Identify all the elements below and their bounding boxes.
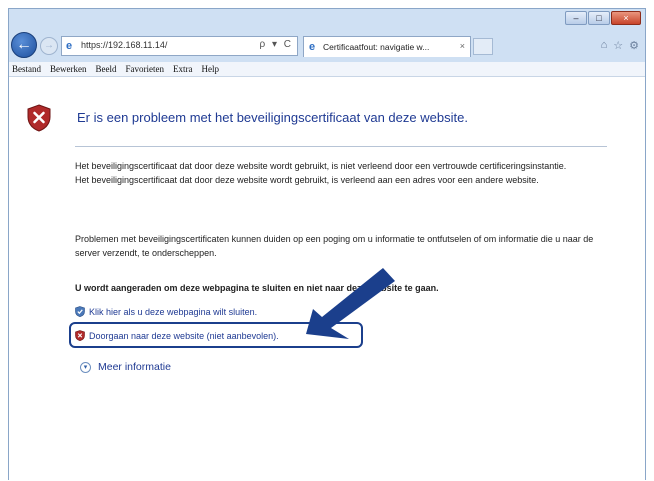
menu-help[interactable]: Help bbox=[201, 64, 219, 74]
tab-certificate-error[interactable]: e Certificaatfout: navigatie w... × bbox=[303, 36, 471, 57]
minimize-button[interactable]: – bbox=[565, 11, 587, 25]
maximize-button[interactable]: □ bbox=[588, 11, 610, 25]
address-bar[interactable]: e https://192.168.11.14/ ρ ▾ C bbox=[61, 36, 298, 56]
window-caption-buttons: – □ × bbox=[565, 11, 641, 25]
close-window-button[interactable]: × bbox=[611, 11, 641, 25]
browser-window: – □ × ← → e https://192.168.11.14/ ρ ▾ C… bbox=[8, 8, 646, 481]
ie-tab-icon: e bbox=[309, 41, 316, 53]
ie-page-icon: e bbox=[66, 40, 73, 52]
menu-bestand[interactable]: Bestand bbox=[12, 64, 41, 74]
menu-favorieten[interactable]: Favorieten bbox=[125, 64, 164, 74]
menu-bar: Bestand Bewerken Beeld Favorieten Extra … bbox=[9, 62, 645, 77]
menu-bewerken[interactable]: Bewerken bbox=[50, 64, 86, 74]
menu-beeld[interactable]: Beeld bbox=[95, 64, 116, 74]
address-url[interactable]: https://192.168.11.14/ bbox=[81, 40, 167, 50]
new-tab-button[interactable] bbox=[473, 38, 493, 55]
star-icon[interactable]: ☆ bbox=[613, 39, 623, 52]
menu-extra[interactable]: Extra bbox=[173, 64, 193, 74]
gear-icon[interactable]: ⚙ bbox=[629, 39, 639, 52]
page-content: Er is een probleem met het beveiligingsc… bbox=[9, 77, 645, 481]
toolbar-icons: ⌂ ☆ ⚙ bbox=[601, 39, 639, 52]
annotation-arrow-icon bbox=[306, 268, 395, 339]
back-button[interactable]: ← bbox=[11, 32, 37, 58]
tab-close-icon[interactable]: × bbox=[460, 41, 465, 51]
address-search-refresh-icons[interactable]: ρ ▾ C bbox=[260, 39, 294, 50]
tab-title: Certificaatfout: navigatie w... bbox=[323, 42, 430, 52]
forward-button[interactable]: → bbox=[40, 37, 58, 55]
navigation-bar: ← → e https://192.168.11.14/ ρ ▾ C e Cer… bbox=[9, 31, 645, 61]
home-icon[interactable]: ⌂ bbox=[601, 39, 608, 52]
